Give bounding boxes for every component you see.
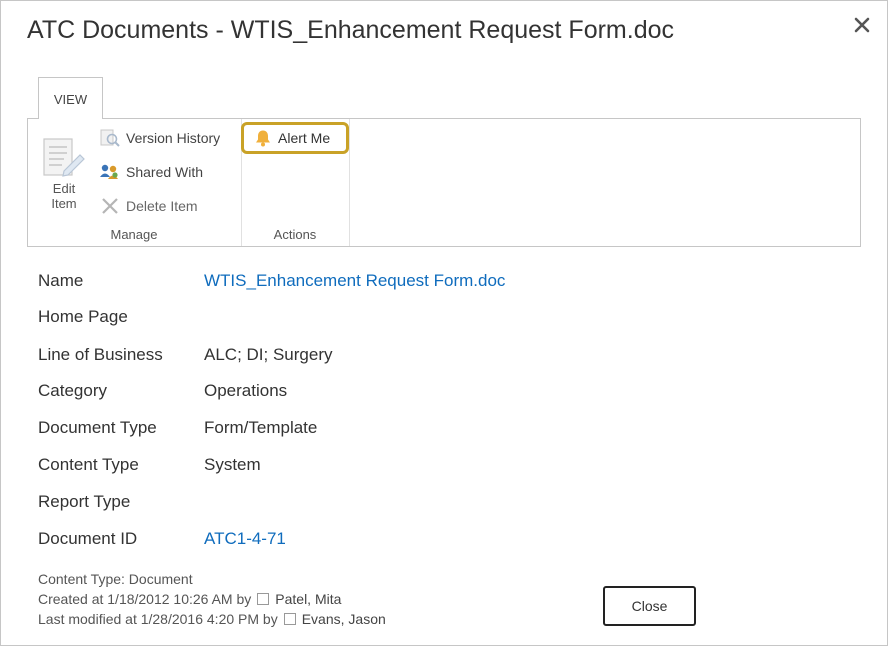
created-by-name[interactable]: Patel, Mita bbox=[275, 589, 341, 609]
property-value: ALC; DI; Surgery bbox=[204, 345, 333, 364]
shared-with-label: Shared With bbox=[126, 164, 204, 180]
delete-item-label: Delete Item bbox=[126, 198, 198, 214]
version-history-icon bbox=[100, 129, 120, 147]
property-value: Operations bbox=[204, 381, 288, 400]
edit-item-label: Edit Item bbox=[40, 181, 88, 211]
property-label: Document ID bbox=[38, 529, 138, 548]
item-metadata: Content Type: Document Created at 1/18/2… bbox=[38, 569, 386, 629]
edit-item-icon bbox=[43, 138, 85, 177]
edit-item-label-line2: Item bbox=[51, 196, 77, 211]
property-label: Line of Business bbox=[38, 345, 163, 364]
tab-view[interactable]: VIEW bbox=[38, 77, 103, 119]
property-label: Category bbox=[38, 381, 107, 400]
version-history-button[interactable]: Version History bbox=[100, 129, 220, 147]
group-separator bbox=[349, 119, 350, 246]
property-value: Form/Template bbox=[204, 418, 318, 437]
edit-item-button[interactable]: Edit Item bbox=[40, 135, 88, 211]
delete-icon bbox=[102, 198, 118, 214]
property-label: Content Type bbox=[38, 455, 139, 474]
alert-me-label: Alert Me bbox=[278, 130, 331, 146]
property-label: Name bbox=[38, 271, 84, 290]
property-label: Document Type bbox=[38, 418, 157, 437]
bell-icon bbox=[256, 130, 270, 147]
alert-me-button[interactable]: Alert Me bbox=[241, 122, 349, 154]
property-label: Report Type bbox=[38, 492, 131, 511]
item-properties-dialog: ATC Documents - WTIS_Enhancement Request… bbox=[0, 0, 888, 646]
content-type-line: Content Type: Document bbox=[38, 571, 193, 587]
dialog-title: ATC Documents - WTIS_Enhancement Request… bbox=[27, 16, 674, 44]
modified-by-name[interactable]: Evans, Jason bbox=[302, 609, 386, 629]
delete-item-button[interactable]: Delete Item bbox=[100, 197, 198, 215]
created-text: Created at 1/18/2012 10:26 AM by bbox=[38, 591, 252, 607]
tab-view-label: VIEW bbox=[53, 92, 88, 107]
shared-with-icon bbox=[100, 164, 118, 179]
version-history-label: Version History bbox=[126, 130, 221, 146]
close-button[interactable]: Close bbox=[603, 586, 696, 626]
property-label: Home Page bbox=[38, 307, 128, 326]
shared-with-button[interactable]: Shared With bbox=[100, 163, 203, 181]
close-icon[interactable] bbox=[851, 14, 873, 36]
actions-group-label: Actions bbox=[273, 227, 317, 242]
document-name-link[interactable]: WTIS_Enhancement Request Form.doc bbox=[204, 271, 505, 291]
ribbon: Edit Item Version History Shared With De… bbox=[27, 118, 861, 247]
modified-text: Last modified at 1/28/2016 4:20 PM by bbox=[38, 611, 278, 627]
property-value: System bbox=[204, 455, 261, 474]
edit-item-label-line1: Edit bbox=[52, 181, 76, 196]
modified-line: Last modified at 1/28/2016 4:20 PM by Ev… bbox=[38, 609, 386, 629]
created-line: Created at 1/18/2012 10:26 AM by Patel, … bbox=[38, 589, 386, 609]
manage-group-label: Manage bbox=[110, 227, 158, 242]
presence-icon bbox=[257, 593, 270, 605]
presence-icon bbox=[283, 613, 296, 625]
document-id-link[interactable]: ATC1-4-71 bbox=[204, 529, 286, 549]
